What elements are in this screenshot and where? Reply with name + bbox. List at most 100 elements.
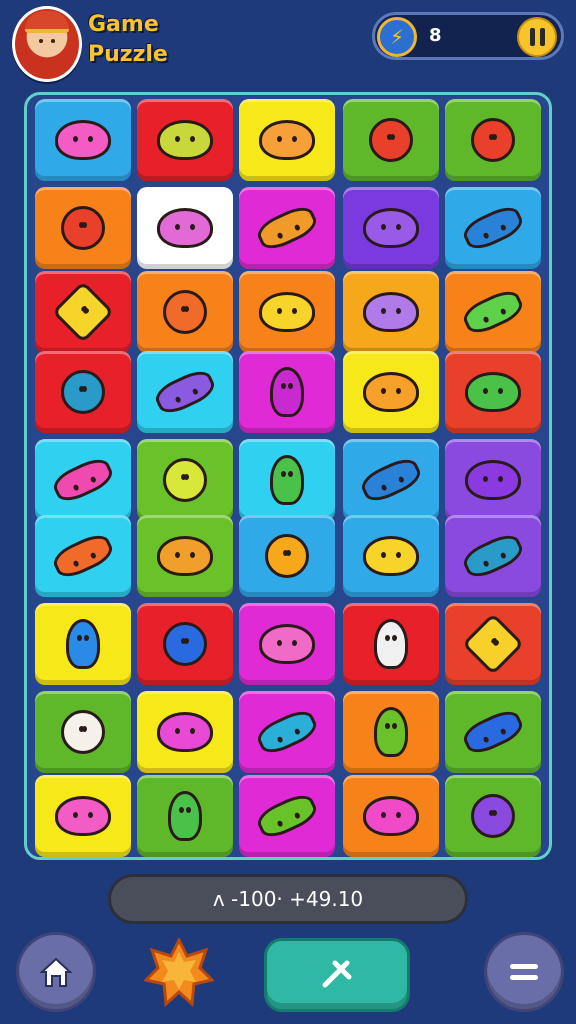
candy-piece-icon [61, 370, 105, 414]
candy-piece-icon [265, 534, 309, 578]
candy-piece-icon [157, 536, 213, 576]
player-avatar[interactable] [12, 6, 82, 82]
puzzle-tile-r5-c2[interactable] [137, 439, 233, 521]
puzzle-tile-r8-c4[interactable] [343, 691, 439, 773]
puzzle-tile-r1-c3[interactable] [239, 99, 335, 181]
candy-piece-icon [157, 120, 213, 160]
puzzle-tile-r2-c1[interactable] [35, 187, 131, 269]
home-button[interactable] [16, 932, 96, 1012]
candy-piece-icon [459, 201, 527, 255]
puzzle-tile-r7-c4[interactable] [343, 603, 439, 685]
candy-piece-icon [49, 453, 117, 507]
avatar-face [35, 35, 59, 53]
puzzle-tile-r5-c3[interactable] [239, 439, 335, 521]
puzzle-tile-r3-c1[interactable] [35, 271, 131, 353]
puzzle-tile-r5-c5[interactable] [445, 439, 541, 521]
puzzle-board [24, 92, 552, 860]
candy-piece-icon [163, 622, 207, 666]
candy-piece-icon [374, 619, 408, 669]
puzzle-tile-r8-c2[interactable] [137, 691, 233, 773]
candy-piece-icon [253, 789, 321, 843]
candy-piece-icon [363, 208, 419, 248]
puzzle-tile-r6-c3[interactable] [239, 515, 335, 597]
score-bar: ʌ -100· +49.10 [108, 874, 468, 924]
candy-piece-icon [157, 712, 213, 752]
candy-piece-icon [253, 201, 321, 255]
puzzle-tile-r1-c2[interactable] [137, 99, 233, 181]
puzzle-tile-r1-c5[interactable] [445, 99, 541, 181]
puzzle-tile-r5-c1[interactable] [35, 439, 131, 521]
puzzle-tile-r4-c5[interactable] [445, 351, 541, 433]
puzzle-tile-r1-c4[interactable] [343, 99, 439, 181]
pause-button[interactable] [517, 17, 557, 57]
energy-counter: ⚡ 8 [372, 12, 564, 60]
candy-piece-icon [363, 292, 419, 332]
puzzle-tile-r9-c2[interactable] [137, 775, 233, 857]
puzzle-tile-r2-c4[interactable] [343, 187, 439, 269]
hammer-icon [322, 960, 352, 988]
puzzle-tile-r4-c2[interactable] [137, 351, 233, 433]
candy-piece-icon [363, 536, 419, 576]
hammer-button[interactable] [264, 938, 410, 1012]
puzzle-tile-r2-c2[interactable] [137, 187, 233, 269]
puzzle-tile-r3-c2[interactable] [137, 271, 233, 353]
candy-piece-icon [163, 458, 207, 502]
candy-piece-icon [151, 365, 219, 419]
puzzle-tile-r2-c3[interactable] [239, 187, 335, 269]
puzzle-tile-r9-c5[interactable] [445, 775, 541, 857]
puzzle-tile-r7-c3[interactable] [239, 603, 335, 685]
puzzle-tile-r5-c4[interactable] [343, 439, 439, 521]
puzzle-tile-r2-c5[interactable] [445, 187, 541, 269]
candy-piece-icon [465, 372, 521, 412]
game-title: Game Puzzle [88, 12, 168, 67]
puzzle-tile-r9-c3[interactable] [239, 775, 335, 857]
candy-piece-icon [471, 794, 515, 838]
candy-piece-icon [363, 796, 419, 836]
candy-piece-icon [168, 791, 202, 841]
puzzle-tile-r6-c4[interactable] [343, 515, 439, 597]
candy-piece-icon [163, 290, 207, 334]
puzzle-tile-r6-c1[interactable] [35, 515, 131, 597]
puzzle-tile-r8-c1[interactable] [35, 691, 131, 773]
puzzle-tile-r9-c4[interactable] [343, 775, 439, 857]
puzzle-tile-r9-c1[interactable] [35, 775, 131, 857]
menu-icon [510, 964, 538, 980]
candy-piece-icon [471, 118, 515, 162]
puzzle-tile-r3-c4[interactable] [343, 271, 439, 353]
puzzle-tile-r8-c3[interactable] [239, 691, 335, 773]
puzzle-tile-r7-c5[interactable] [445, 603, 541, 685]
candy-piece-icon [55, 120, 111, 160]
candy-piece-icon [465, 460, 521, 500]
puzzle-tile-r6-c5[interactable] [445, 515, 541, 597]
candy-piece-icon [459, 705, 527, 759]
star-burst-icon[interactable] [144, 938, 214, 1008]
energy-count: 8 [429, 25, 442, 46]
puzzle-tile-r4-c4[interactable] [343, 351, 439, 433]
pause-bar-left [529, 28, 535, 46]
candy-piece-icon [270, 455, 304, 505]
candy-piece-icon [55, 796, 111, 836]
puzzle-tile-r3-c5[interactable] [445, 271, 541, 353]
menu-button[interactable] [484, 932, 564, 1012]
candy-piece-icon [61, 710, 105, 754]
puzzle-tile-r6-c2[interactable] [137, 515, 233, 597]
candy-piece-icon [374, 707, 408, 757]
puzzle-tile-r7-c1[interactable] [35, 603, 131, 685]
candy-piece-icon [259, 120, 315, 160]
candy-piece-icon [270, 367, 304, 417]
candy-piece-icon [459, 285, 527, 339]
puzzle-tile-r4-c3[interactable] [239, 351, 335, 433]
puzzle-tile-r1-c1[interactable] [35, 99, 131, 181]
candy-piece-icon [461, 612, 525, 676]
puzzle-tile-r8-c5[interactable] [445, 691, 541, 773]
puzzle-tile-r3-c3[interactable] [239, 271, 335, 353]
candy-piece-icon [253, 705, 321, 759]
pause-bar-right [539, 28, 545, 46]
chef-avatar-icon [25, 11, 69, 33]
puzzle-tile-r7-c2[interactable] [137, 603, 233, 685]
puzzle-tile-r4-c1[interactable] [35, 351, 131, 433]
candy-piece-icon [51, 280, 115, 344]
candy-piece-icon [49, 529, 117, 583]
candy-piece-icon [363, 372, 419, 412]
lightning-bolt-icon: ⚡ [377, 17, 417, 57]
